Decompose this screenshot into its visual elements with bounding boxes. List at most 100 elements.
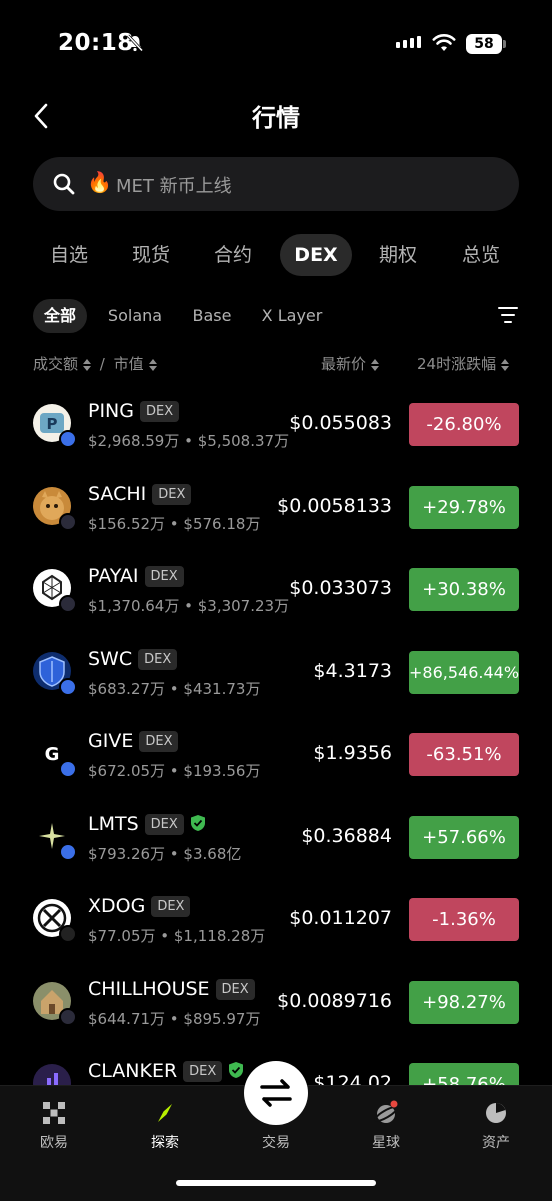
token-volume-mcap: $156.52万 • $576.18万 <box>88 514 261 533</box>
tab-watchlist[interactable]: 自选 <box>36 234 102 276</box>
sort-icon <box>371 358 380 371</box>
column-mcap-label: 市值 <box>113 355 144 373</box>
battery-nub <box>503 40 506 48</box>
token-volume: $644.71万 <box>88 1009 166 1028</box>
home-indicator[interactable] <box>176 1180 376 1186</box>
column-separator: / <box>99 355 105 373</box>
tab-spot[interactable]: 现货 <box>118 234 184 276</box>
token-row[interactable]: CHILLHOUSE DEX $644.71万 • $895.97万 $0.008… <box>0 960 552 1043</box>
token-mcap: $5,508.37万 <box>197 432 290 450</box>
token-volume-mcap: $672.05万 • $193.56万 <box>88 762 261 780</box>
bell-muted-icon <box>126 34 144 52</box>
dex-badge: DEX <box>151 896 191 917</box>
change-badge[interactable]: -26.80% <box>409 403 519 446</box>
nav-label: 交易 <box>262 1135 290 1151</box>
token-price: $4.3173 <box>313 659 392 682</box>
change-badge[interactable]: +98.27% <box>409 980 519 1024</box>
column-header-volume-mcap[interactable]: 成交额 / 市值 <box>33 353 157 374</box>
tab-dex[interactable]: DEX <box>280 234 352 276</box>
token-symbol: PING <box>88 400 134 422</box>
token-row[interactable]: XDOG DEX $77.05万 • $1,118.28万 $0.011207 -… <box>0 877 552 960</box>
token-row[interactable]: P PING DEX $2,968.59万 • $5,508.37万 $0.055… <box>0 382 552 465</box>
token-volume-mcap: $77.05万 • $1,118.28万 <box>88 927 266 945</box>
market-tabs: 自选 现货 合约 DEX 期权 总览 <box>0 234 552 276</box>
token-mcap: $193.56万 <box>183 762 261 780</box>
dex-badge: DEX <box>140 401 180 422</box>
search-placeholder: MET 新币上线 <box>116 176 232 197</box>
solana-chain-icon <box>59 1007 77 1026</box>
solana-chain-icon <box>59 512 77 531</box>
token-mcap: $3,307.23万 <box>197 597 290 615</box>
token-symbol-row: CHILLHOUSE DEX <box>88 978 255 1000</box>
column-price-label: 最新价 <box>321 355 367 373</box>
token-row[interactable]: LMTS DEX $793.26万 • $3.68亿 $0.36884 +57.6… <box>0 795 552 878</box>
dex-badge: DEX <box>144 566 184 587</box>
token-price: $0.36884 <box>301 824 392 847</box>
trade-button[interactable] <box>244 1061 308 1125</box>
nav-label: 欧易 <box>40 1135 68 1151</box>
token-price: $0.055083 <box>289 412 392 434</box>
chain-chip-xlayer[interactable]: X Layer <box>256 299 328 333</box>
chain-chip-all[interactable]: 全部 <box>33 299 87 333</box>
token-price: $0.011207 <box>289 907 392 929</box>
status-time: 20:18 <box>58 30 134 56</box>
xlayer-chain-icon <box>59 925 77 943</box>
chain-filter: 全部 Solana Base X Layer <box>0 299 552 333</box>
token-symbol-row: CLANKER DEX <box>88 1060 244 1082</box>
change-badge[interactable]: +57.66% <box>409 815 519 859</box>
token-symbol: SACHI <box>88 482 147 505</box>
svg-text:G: G <box>45 744 60 765</box>
change-badge[interactable]: +58.76% <box>409 1063 519 1085</box>
nav-okx[interactable]: 欧易 <box>14 1100 94 1152</box>
token-symbol: PAYAI <box>88 565 139 587</box>
change-badge[interactable]: -1.36% <box>409 898 519 941</box>
token-symbol: XDOG <box>88 895 146 917</box>
column-header-change[interactable]: 24时涨跌幅 <box>417 353 510 374</box>
nav-assets[interactable]: 资产 <box>456 1100 536 1152</box>
column-volume-label: 成交额 <box>33 355 79 373</box>
column-header-price[interactable]: 最新价 <box>321 353 380 374</box>
nav-label: 探索 <box>151 1135 179 1151</box>
base-chain-icon <box>59 430 77 448</box>
search-bar[interactable]: 🔥 MET 新币上线 <box>33 157 519 211</box>
token-mcap: $3.68亿 <box>183 844 242 863</box>
token-row[interactable]: PAYAI DEX $1,370.64万 • $3,307.23万 $0.0330… <box>0 547 552 630</box>
token-mcap: $576.18万 <box>183 514 261 533</box>
chain-chip-solana[interactable]: Solana <box>102 299 168 333</box>
battery-icon: 58 <box>466 34 502 54</box>
change-badge[interactable]: +86,546.44% <box>409 650 519 694</box>
chain-chip-base[interactable]: Base <box>186 299 238 333</box>
change-badge[interactable]: -63.51% <box>409 733 519 776</box>
dex-badge: DEX <box>139 731 179 752</box>
change-badge[interactable]: +29.78% <box>409 485 519 529</box>
tab-options[interactable]: 期权 <box>365 234 431 276</box>
token-row[interactable]: SACHI DEX $156.52万 • $576.18万 $0.0058133 … <box>0 465 552 548</box>
compass-icon <box>158 1104 172 1122</box>
token-symbol-row: LMTS DEX <box>88 813 206 835</box>
token-volume: $77.05万 <box>88 927 156 945</box>
token-volume: $1,370.64万 <box>88 597 180 615</box>
planet-icon <box>374 1100 398 1123</box>
sort-icon <box>148 358 157 371</box>
change-badge[interactable]: +30.38% <box>409 568 519 611</box>
token-row[interactable]: G GIVE DEX $672.05万 • $193.56万 $1.9356 -6… <box>0 712 552 795</box>
page-title: 行情 <box>252 104 300 132</box>
tab-overview[interactable]: 总览 <box>448 234 514 276</box>
dex-badge: DEX <box>152 483 192 505</box>
solana-chain-icon <box>59 595 77 613</box>
token-volume: $156.52万 <box>88 514 166 533</box>
filter-icon[interactable] <box>497 305 519 325</box>
token-symbol: LMTS <box>88 812 139 835</box>
token-row[interactable]: SWC DEX $683.27万 • $431.73万 $4.3173 +86,5… <box>0 630 552 713</box>
token-volume-mcap: $1,370.64万 • $3,307.23万 <box>88 597 290 615</box>
nav-planet[interactable]: 星球 <box>346 1100 426 1152</box>
token-price: $1.9356 <box>313 742 392 764</box>
token-symbol: CLANKER <box>88 1060 178 1082</box>
tab-futures[interactable]: 合约 <box>200 234 266 276</box>
dex-badge: DEX <box>215 978 255 1000</box>
token-mcap: $895.97万 <box>183 1009 261 1028</box>
search-icon <box>53 173 75 195</box>
token-symbol-row: SWC DEX <box>88 648 178 670</box>
token-mcap: $1,118.28万 <box>173 927 266 945</box>
nav-explore[interactable]: 探索 <box>125 1100 205 1152</box>
